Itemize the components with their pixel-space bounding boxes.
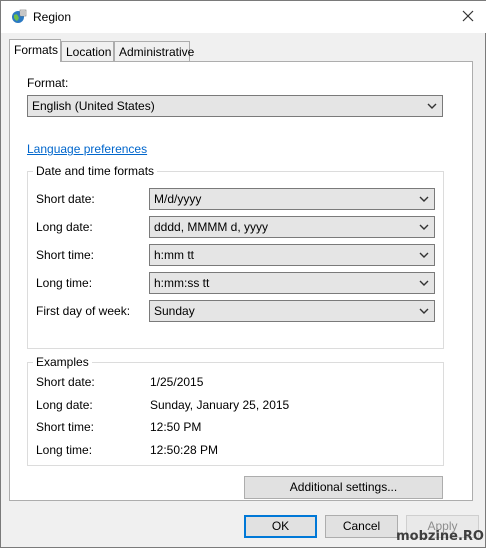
- long-time-label: Long time:: [36, 276, 93, 290]
- format-select-value: English (United States): [32, 99, 155, 113]
- title-bar[interactable]: Region: [1, 1, 487, 33]
- watermark: mobzine.RO: [396, 529, 484, 544]
- long-time-select[interactable]: h:mm:ss tt: [149, 272, 435, 294]
- short-date-value: M/d/yyyy: [154, 192, 202, 206]
- example-short-date-value: 1/25/2015: [150, 375, 204, 389]
- formats-panel: Format: English (United States) Language…: [9, 61, 473, 501]
- example-long-date-value: Sunday, January 25, 2015: [150, 398, 290, 412]
- cancel-button[interactable]: Cancel: [325, 515, 398, 538]
- first-day-of-week-label: First day of week:: [36, 304, 131, 318]
- date-time-formats-group: Date and time formats Short date: M/d/yy…: [27, 164, 444, 349]
- example-short-time-label: Short time:: [36, 420, 95, 434]
- additional-settings-button[interactable]: Additional settings...: [244, 476, 443, 499]
- chevron-down-icon: [419, 252, 429, 258]
- region-globe-icon: [12, 9, 27, 23]
- group-title-date-time: Date and time formats: [33, 164, 158, 178]
- group-title-examples: Examples: [33, 355, 92, 369]
- format-label: Format:: [27, 76, 69, 90]
- chevron-down-icon: [427, 103, 437, 109]
- language-preferences-link[interactable]: Language preferences: [27, 142, 147, 156]
- window-title: Region: [33, 10, 72, 24]
- short-time-label: Short time:: [36, 248, 95, 262]
- short-date-select[interactable]: M/d/yyyy: [149, 188, 435, 210]
- example-long-time-label: Long time:: [36, 443, 93, 457]
- region-dialog: Region Formats Location Administrative F…: [0, 0, 487, 548]
- short-time-value: h:mm tt: [154, 248, 195, 262]
- chevron-down-icon: [419, 196, 429, 202]
- first-day-of-week-select[interactable]: Sunday: [149, 300, 435, 322]
- format-select[interactable]: English (United States): [27, 95, 443, 117]
- first-day-of-week-value: Sunday: [154, 304, 195, 318]
- short-date-label: Short date:: [36, 192, 95, 206]
- tab-administrative[interactable]: Administrative: [114, 41, 194, 61]
- chevron-down-icon: [419, 224, 429, 230]
- tab-formats[interactable]: Formats: [9, 39, 61, 62]
- chevron-down-icon: [419, 308, 429, 314]
- long-date-value: dddd, MMMM d, yyyy: [154, 220, 269, 234]
- example-long-time-value: 12:50:28 PM: [150, 443, 219, 457]
- short-time-select[interactable]: h:mm tt: [149, 244, 435, 266]
- close-icon: [462, 10, 474, 22]
- long-date-label: Long date:: [36, 220, 93, 234]
- close-button[interactable]: [453, 3, 483, 29]
- example-short-date-label: Short date:: [36, 375, 95, 389]
- example-short-time-value: 12:50 PM: [150, 420, 202, 434]
- long-date-select[interactable]: dddd, MMMM d, yyyy: [149, 216, 435, 238]
- examples-group: Examples Short date: 1/25/2015 Long date…: [27, 355, 444, 466]
- example-long-date-label: Long date:: [36, 398, 93, 412]
- ok-button[interactable]: OK: [244, 515, 317, 538]
- tab-location[interactable]: Location: [61, 41, 114, 61]
- long-time-value: h:mm:ss tt: [154, 276, 210, 290]
- chevron-down-icon: [419, 280, 429, 286]
